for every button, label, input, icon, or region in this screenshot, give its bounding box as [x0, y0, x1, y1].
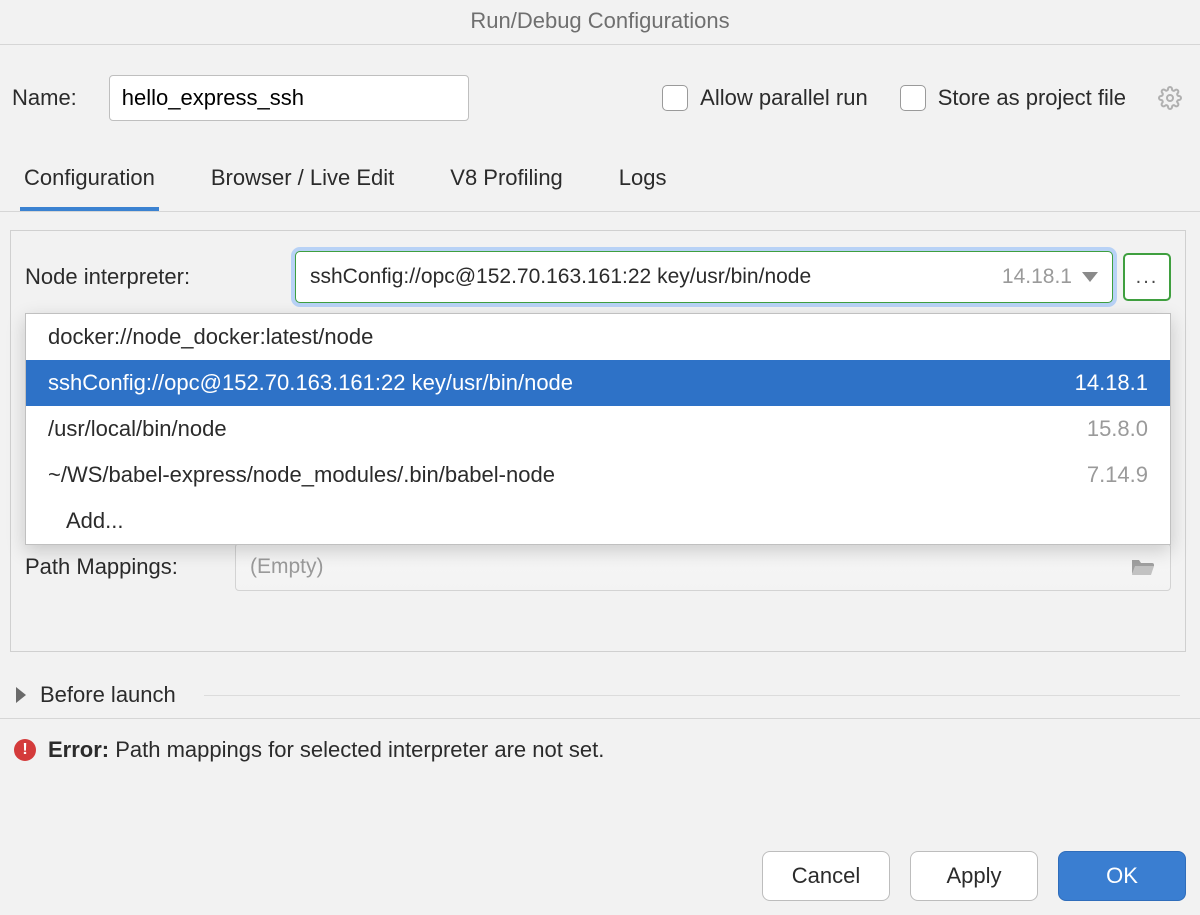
error-message: Path mappings for selected interpreter a…	[109, 737, 604, 762]
before-launch-section[interactable]: Before launch	[0, 652, 1200, 718]
dropdown-item[interactable]: /usr/local/bin/node 15.8.0	[26, 406, 1170, 452]
dropdown-item-version: 7.14.9	[1087, 462, 1148, 488]
error-bar: ! Error: Path mappings for selected inte…	[0, 718, 1200, 781]
chevron-right-icon	[16, 687, 26, 703]
tab-v8-profiling[interactable]: V8 Profiling	[446, 151, 567, 211]
tabs: Configuration Browser / Live Edit V8 Pro…	[0, 151, 1200, 212]
gear-icon[interactable]	[1158, 86, 1182, 110]
dropdown-item[interactable]: sshConfig://opc@152.70.163.161:22 key/us…	[26, 360, 1170, 406]
path-mappings-field[interactable]: (Empty)	[235, 543, 1171, 591]
dialog-button-row: Cancel Apply OK	[762, 851, 1186, 901]
chevron-down-icon	[1082, 272, 1098, 282]
name-label: Name:	[12, 85, 77, 111]
config-panel: Node interpreter: sshConfig://opc@152.70…	[10, 230, 1186, 652]
checkbox-icon	[900, 85, 926, 111]
folder-open-icon[interactable]	[1130, 557, 1156, 577]
store-project-label: Store as project file	[938, 85, 1126, 111]
apply-button[interactable]: Apply	[910, 851, 1038, 901]
tab-logs[interactable]: Logs	[615, 151, 671, 211]
path-mappings-value: (Empty)	[250, 555, 324, 579]
path-mappings-label: Path Mappings:	[25, 554, 225, 580]
checkbox-icon	[662, 85, 688, 111]
cancel-button[interactable]: Cancel	[762, 851, 890, 901]
error-prefix: Error:	[48, 737, 109, 762]
node-interpreter-value: sshConfig://opc@152.70.163.161:22 key/us…	[310, 265, 992, 289]
store-project-checkbox[interactable]: Store as project file	[900, 85, 1126, 111]
interpreter-dropdown: docker://node_docker:latest/node sshConf…	[25, 313, 1171, 545]
separator	[204, 695, 1180, 696]
ok-button[interactable]: OK	[1058, 851, 1186, 901]
node-interpreter-version: 14.18.1	[1002, 265, 1072, 289]
before-launch-label: Before launch	[40, 682, 176, 708]
error-icon: !	[14, 739, 36, 761]
dropdown-item[interactable]: docker://node_docker:latest/node	[26, 314, 1170, 360]
name-row: Name: Allow parallel run Store as projec…	[0, 45, 1200, 151]
dropdown-item-label: /usr/local/bin/node	[48, 416, 227, 442]
node-interpreter-select[interactable]: sshConfig://opc@152.70.163.161:22 key/us…	[295, 251, 1113, 303]
tab-browser-live-edit[interactable]: Browser / Live Edit	[207, 151, 398, 211]
allow-parallel-checkbox[interactable]: Allow parallel run	[662, 85, 868, 111]
dropdown-item-label: ~/WS/babel-express/node_modules/.bin/bab…	[48, 462, 555, 488]
node-interpreter-label: Node interpreter:	[25, 264, 295, 290]
name-input[interactable]	[109, 75, 469, 121]
dialog-title: Run/Debug Configurations	[0, 0, 1200, 45]
dropdown-item-version: 14.18.1	[1075, 370, 1148, 396]
dropdown-item-label: docker://node_docker:latest/node	[48, 324, 373, 350]
tab-configuration[interactable]: Configuration	[20, 151, 159, 211]
dropdown-add-label: Add...	[66, 508, 123, 534]
allow-parallel-label: Allow parallel run	[700, 85, 868, 111]
dropdown-add-item[interactable]: Add...	[26, 498, 1170, 544]
node-interpreter-browse-button[interactable]: ...	[1123, 253, 1171, 301]
dropdown-item-version: 15.8.0	[1087, 416, 1148, 442]
dropdown-item-label: sshConfig://opc@152.70.163.161:22 key/us…	[48, 370, 573, 396]
dropdown-item[interactable]: ~/WS/babel-express/node_modules/.bin/bab…	[26, 452, 1170, 498]
